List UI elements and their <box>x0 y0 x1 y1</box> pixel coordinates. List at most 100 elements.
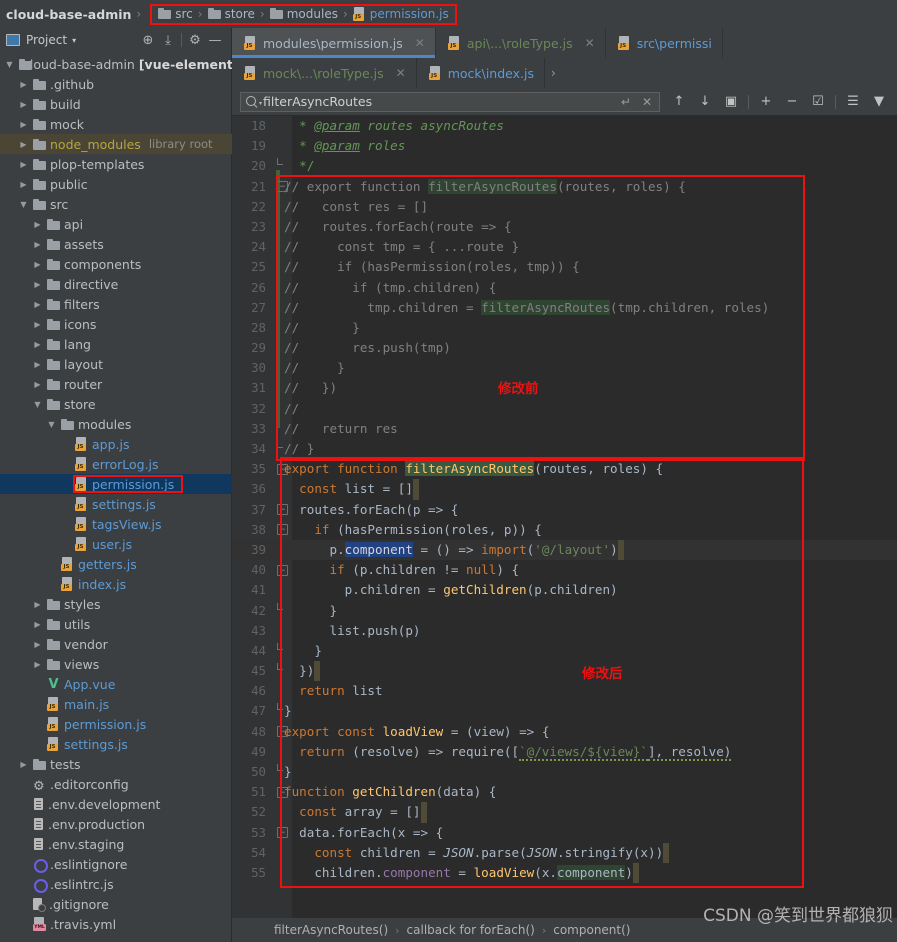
search-clear-icon[interactable]: ✕ <box>639 95 655 109</box>
tree-item-cloud-base-admin[interactable]: ▼ cloud-base-admin [vue-element <box>0 54 232 74</box>
chevron-right-icon[interactable]: ▶ <box>32 280 43 289</box>
chevron-down-icon[interactable]: ▼ <box>18 200 29 209</box>
tree-item-permission-js[interactable]: permission.js <box>0 474 232 494</box>
collapse-all-icon[interactable]: ⤓ <box>158 30 178 50</box>
select-all-icon[interactable]: ☑ <box>805 91 831 113</box>
tree-item-settings-js[interactable]: settings.js <box>0 734 232 754</box>
chevron-right-icon[interactable]: ▶ <box>32 620 43 629</box>
tree-item-lang[interactable]: ▶ lang <box>0 334 232 354</box>
editor-tab-api-roletype-js[interactable]: api\...\roleType.js ✕ <box>436 28 606 58</box>
tree-item--env-production[interactable]: .env.production <box>0 814 232 834</box>
chevron-down-icon[interactable]: ▼ <box>32 400 43 409</box>
search-input[interactable]: ▾ filterAsyncRoutes ↵ ✕ <box>240 91 660 112</box>
tree-item-api[interactable]: ▶ api <box>0 214 232 234</box>
fold-end-icon[interactable] <box>277 158 283 166</box>
tree-item-vendor[interactable]: ▶ vendor <box>0 634 232 654</box>
editor-tab-mock-roletype-js[interactable]: mock\...\roleType.js ✕ <box>232 58 417 88</box>
fold-end-icon[interactable] <box>277 602 283 610</box>
tree-item-filters[interactable]: ▶ filters <box>0 294 232 314</box>
chevron-right-icon[interactable]: ▶ <box>32 220 43 229</box>
find-next-icon[interactable]: ↓ <box>692 91 718 113</box>
editor-tab-modules-permission-js[interactable]: modules\permission.js ✕ <box>232 28 436 58</box>
hide-panel-icon[interactable]: — <box>205 30 225 50</box>
chevron-right-icon[interactable]: ▶ <box>32 320 43 329</box>
search-reset-icon[interactable]: ↵ <box>618 95 634 109</box>
tree-item--github[interactable]: ▶ .github <box>0 74 232 94</box>
close-icon[interactable]: ✕ <box>415 36 425 50</box>
tree-item-app-js[interactable]: app.js <box>0 434 232 454</box>
chevron-down-icon[interactable]: ▼ <box>4 60 15 69</box>
tree-item-tagsview-js[interactable]: tagsView.js <box>0 514 232 534</box>
tree-item-errorlog-js[interactable]: errorLog.js <box>0 454 232 474</box>
close-icon[interactable]: ✕ <box>585 36 595 50</box>
filter-icon[interactable]: ▼ <box>866 91 892 113</box>
tree-item-permission-js[interactable]: permission.js <box>0 714 232 734</box>
chevron-right-icon[interactable]: ▶ <box>18 160 29 169</box>
tree-item-router[interactable]: ▶ router <box>0 374 232 394</box>
chevron-right-icon[interactable]: ▶ <box>32 240 43 249</box>
gear-icon[interactable]: ⚙ <box>185 30 205 50</box>
tree-item--env-staging[interactable]: .env.staging <box>0 834 232 854</box>
chevron-right-icon[interactable]: ▶ <box>32 300 43 309</box>
tree-item-settings-js[interactable]: settings.js <box>0 494 232 514</box>
fold-end-icon[interactable] <box>277 663 283 671</box>
find-previous-icon[interactable]: ↑ <box>666 91 692 113</box>
tree-item-modules[interactable]: ▼ modules <box>0 414 232 434</box>
tree-item-tests[interactable]: ▶ tests <box>0 754 232 774</box>
editor-tab-src-permissi[interactable]: src\permissi <box>606 28 723 58</box>
chevron-right-icon[interactable]: ▶ <box>18 180 29 189</box>
add-occurrence-icon[interactable]: + <box>753 91 779 113</box>
chevron-down-icon[interactable]: ▾ <box>259 100 262 107</box>
tree-item-plop-templates[interactable]: ▶ plop-templates <box>0 154 232 174</box>
editor-tab-row-2[interactable]: mock\...\roleType.js ✕ mock\index.js › <box>232 58 897 88</box>
project-tree[interactable]: ▼ cloud-base-admin [vue-element ▶ .github ▶ b… <box>0 52 232 942</box>
chevron-right-icon[interactable]: ▶ <box>18 120 29 129</box>
scope-icon[interactable]: ☰ <box>840 91 866 113</box>
fold-end-icon[interactable] <box>277 441 283 448</box>
chevron-down-icon[interactable]: ▼ <box>46 420 57 429</box>
breadcrumb-item-modules[interactable]: modules <box>269 7 338 21</box>
tree-item-src[interactable]: ▼ src <box>0 194 232 214</box>
chevron-right-icon[interactable]: ▶ <box>18 80 29 89</box>
editor-tab-row-1[interactable]: modules\permission.js✕api\...\roleType.j… <box>232 28 897 58</box>
remove-occurrence-icon[interactable]: − <box>779 91 805 113</box>
breadcrumb-item-permission-js[interactable]: permission.js <box>352 6 449 21</box>
status-breadcrumb-item[interactable]: filterAsyncRoutes() <box>274 923 388 937</box>
tree-item-directive[interactable]: ▶ directive <box>0 274 232 294</box>
status-breadcrumb-item[interactable]: callback for forEach() <box>407 923 535 937</box>
close-icon[interactable]: ✕ <box>396 66 406 80</box>
chevron-right-icon[interactable]: ▶ <box>18 760 29 769</box>
chevron-right-icon[interactable]: ▶ <box>32 380 43 389</box>
breadcrumb-item-store[interactable]: store <box>207 7 255 21</box>
tree-item--eslintrc-js[interactable]: .eslintrc.js <box>0 874 232 894</box>
editor-tab-mock-index-js[interactable]: mock\index.js <box>417 58 545 88</box>
tree-item--editorconfig[interactable]: .editorconfig <box>0 774 232 794</box>
chevron-right-icon[interactable]: ▶ <box>32 260 43 269</box>
tree-item-utils[interactable]: ▶ utils <box>0 614 232 634</box>
tree-item-layout[interactable]: ▶ layout <box>0 354 232 374</box>
chevron-down-icon[interactable]: ▾ <box>72 36 76 45</box>
tree-item-index-js[interactable]: index.js <box>0 574 232 594</box>
tree-item-mock[interactable]: ▶ mock <box>0 114 232 134</box>
tree-item--gitignore[interactable]: .gitignore <box>0 894 232 914</box>
fold-end-icon[interactable] <box>277 703 283 711</box>
tree-item-components[interactable]: ▶ components <box>0 254 232 274</box>
status-breadcrumb-item[interactable]: component() <box>553 923 630 937</box>
tree-item-getters-js[interactable]: getters.js <box>0 554 232 574</box>
chevron-right-icon[interactable]: ▶ <box>32 660 43 669</box>
fold-end-icon[interactable] <box>277 642 283 650</box>
structure-breadcrumb-bar[interactable]: filterAsyncRoutes() › callback for forEach… <box>232 918 897 942</box>
tree-item-public[interactable]: ▶ public <box>0 174 232 194</box>
tree-item-main-js[interactable]: main.js <box>0 694 232 714</box>
chevron-right-icon[interactable]: ▶ <box>32 340 43 349</box>
select-all-occurrences-icon[interactable]: ▣ <box>718 91 744 113</box>
tree-item-views[interactable]: ▶ views <box>0 654 232 674</box>
tree-item-user-js[interactable]: user.js <box>0 534 232 554</box>
tree-item-styles[interactable]: ▶ styles <box>0 594 232 614</box>
tree-item--eslintignore[interactable]: .eslintignore <box>0 854 232 874</box>
tree-item--travis-yml[interactable]: .travis.yml <box>0 914 232 934</box>
scroll-from-source-icon[interactable]: ⊕ <box>138 30 158 50</box>
breadcrumb-item-src[interactable]: src <box>158 7 193 21</box>
tree-item--env-development[interactable]: .env.development <box>0 794 232 814</box>
chevron-right-icon[interactable]: ▶ <box>32 640 43 649</box>
